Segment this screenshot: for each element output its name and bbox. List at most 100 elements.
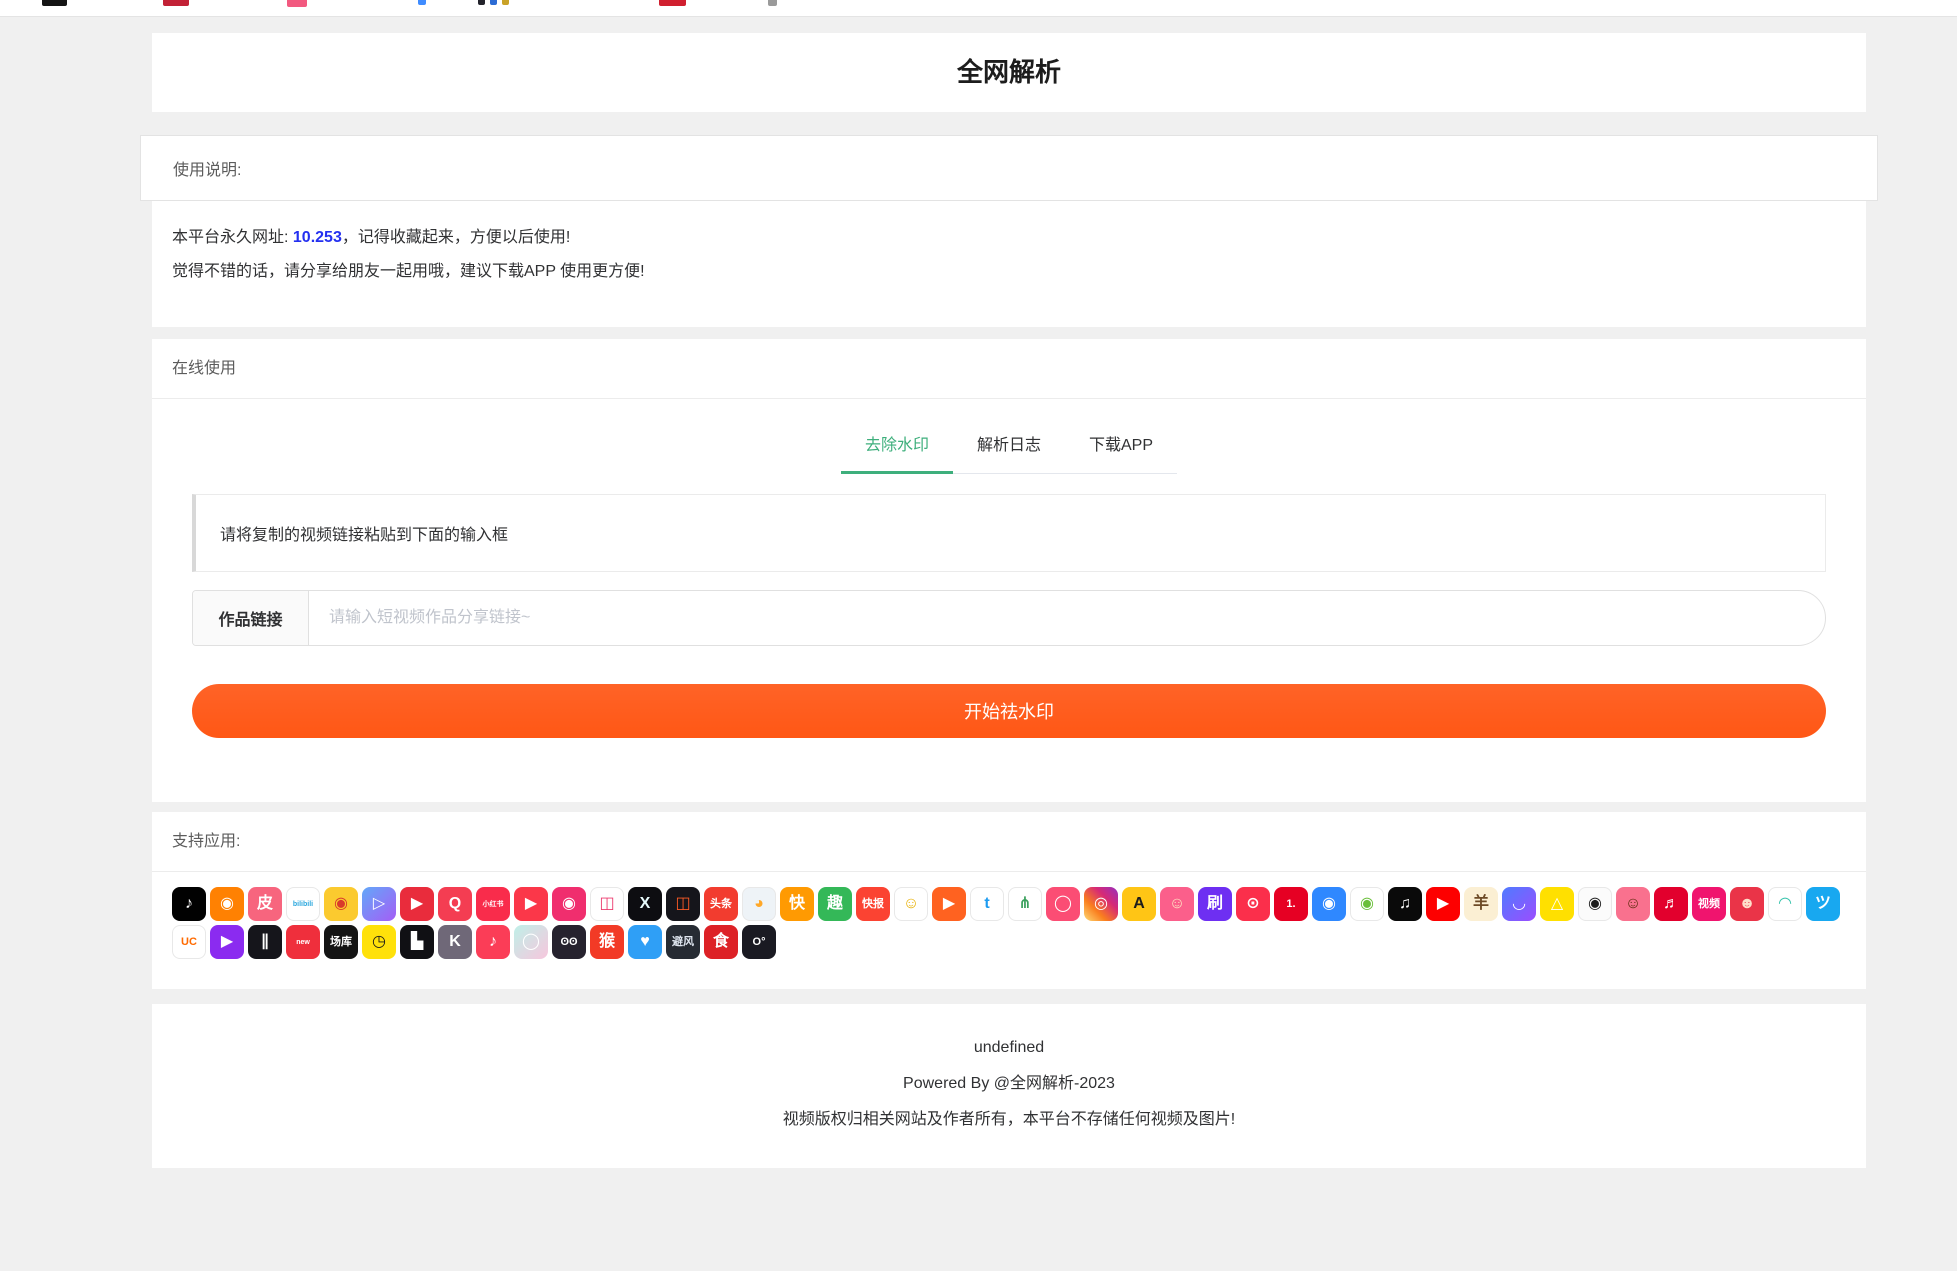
qutoutiao-icon: 趣 xyxy=(818,887,852,921)
footer-copyright: 视频版权归相关网站及作者所有，本平台不存储任何视频及图片! xyxy=(152,1102,1866,1138)
instructions-line2: 觉得不错的话，请分享给朋友一起用哦，建议下载APP 使用更方便! xyxy=(172,255,1846,289)
favicon-fragment-dot3 xyxy=(502,0,509,5)
app-icon-row: ♪◉皮bilibili◉▷▶Q小红书▶◉◫X◫头条◕快趣快报☺▶t⋔◯◎A☺刷⊙… xyxy=(172,887,1846,921)
huoshan-video-icon: ▶ xyxy=(514,887,548,921)
shuabao-icon: 刷 xyxy=(1198,887,1232,921)
line1-suffix: ，记得收藏起来，方便以后使用! xyxy=(342,229,570,246)
favicon-fragment-dot1 xyxy=(478,0,485,5)
pear-video-icon: △ xyxy=(1540,887,1574,921)
favicon-fragment-black xyxy=(42,0,67,6)
favicon-fragment-darkred xyxy=(163,0,189,6)
favicon-fragment-blue xyxy=(418,0,426,5)
instructions-header: 使用说明: xyxy=(173,156,241,180)
black-cam-icon: ▙ xyxy=(400,925,434,959)
bilibili-icon: bilibili xyxy=(286,887,320,921)
main-column: 全网解析 使用说明: 本平台永久网址: 10.253，记得收藏起来，方便以后使用… xyxy=(152,33,1866,1168)
tabs-inner: 去除水印 解析日志 下载APP xyxy=(841,419,1177,474)
k-app-icon: K xyxy=(438,925,472,959)
green-eye-icon: ◉ xyxy=(1350,887,1384,921)
black-sketch-icon: ∥ xyxy=(248,925,282,959)
favicon-fragment-gray xyxy=(768,0,777,6)
video-link-input[interactable] xyxy=(309,591,1825,645)
diyi-video-icon: 1. xyxy=(1274,887,1308,921)
bixin-heart-icon: ♥ xyxy=(628,925,662,959)
permanent-url-link[interactable]: 10.253 xyxy=(293,229,342,246)
footer-undefined-text: undefined xyxy=(152,1030,1866,1066)
instructions-header-box: 使用说明: xyxy=(140,135,1878,201)
youtube-icon: ▶ xyxy=(1426,887,1460,921)
title-card: 全网解析 xyxy=(152,33,1866,112)
tab-parse-log[interactable]: 解析日志 xyxy=(953,419,1065,473)
quanmin-video-icon: ▶ xyxy=(400,887,434,921)
kuaijianji-icon: ◫ xyxy=(666,887,700,921)
yellow-bird-icon: ☺ xyxy=(894,887,928,921)
laugh-face-icon: ☺ xyxy=(1616,887,1650,921)
app-icon-row: UC▶∥new场库◷▙K♪◯ʘʘ猴♥避风食O° xyxy=(172,925,1846,959)
instructions-line1: 本平台永久网址: 10.253，记得收藏起来，方便以后使用! xyxy=(172,221,1846,255)
tabs-nav: 去除水印 解析日志 下载APP xyxy=(152,419,1866,474)
camera-o-icon: O° xyxy=(742,925,776,959)
twitter-icon: t xyxy=(970,887,1004,921)
jianying-capcut-icon: X xyxy=(628,887,662,921)
tencent-circle-icon: ◕ xyxy=(742,887,776,921)
haokan-video-icon: ▷ xyxy=(362,887,396,921)
meitu-icon: ◯ xyxy=(1046,887,1080,921)
favicon-fragment-dot2 xyxy=(490,0,497,5)
pipigaoxiao-icon: ☺ xyxy=(1160,887,1194,921)
ghost-blue-icon: ツ xyxy=(1806,887,1840,921)
kaiyan-eye-icon: ◉ xyxy=(1578,887,1612,921)
googly-eyes-icon: ʘʘ xyxy=(552,925,586,959)
kuaishou-icon: ◉ xyxy=(210,887,244,921)
online-use-header: 在线使用 xyxy=(152,339,1866,399)
red-player-icon: ⊙ xyxy=(1236,887,1270,921)
paste-notice-box: 请将复制的视频链接粘贴到下面的输入框 xyxy=(192,494,1826,572)
a-app-yellow-icon: A xyxy=(1122,887,1156,921)
anime-girl-red-icon: ☻ xyxy=(1730,887,1764,921)
app-icon-rows: ♪◉皮bilibili◉▷▶Q小红书▶◉◫X◫头条◕快趣快报☺▶t⋔◯◎A☺刷⊙… xyxy=(152,872,1866,989)
weibo-icon: ◉ xyxy=(324,887,358,921)
shi-food-icon: 食 xyxy=(704,925,738,959)
quduopai-icon: Q xyxy=(438,887,472,921)
link-input-group: 作品链接 xyxy=(192,590,1826,646)
paste-notice-text: 请将复制的视频链接粘贴到下面的输入框 xyxy=(220,521,508,545)
instructions-content: 本平台永久网址: 10.253，记得收藏起来，方便以后使用! 觉得不错的话，请分… xyxy=(152,201,1866,327)
link-input-label: 作品链接 xyxy=(193,591,309,645)
browser-strip xyxy=(0,0,1957,17)
supported-apps-header: 支持应用: xyxy=(152,812,1866,872)
timer-yellow-icon: ◷ xyxy=(362,925,396,959)
toutiao-icon: 头条 xyxy=(704,887,738,921)
tab-remove-watermark[interactable]: 去除水印 xyxy=(841,419,953,473)
line1-prefix: 本平台永久网址: xyxy=(172,229,293,246)
changku-icon: 场库 xyxy=(324,925,358,959)
uc-browser-icon: UC xyxy=(172,925,206,959)
kuaibao-icon: 快报 xyxy=(856,887,890,921)
start-remove-watermark-button[interactable]: 开始祛水印 xyxy=(192,684,1826,738)
instagram-icon: ◎ xyxy=(1084,887,1118,921)
footer-powered-by: Powered By @全网解析-2023 xyxy=(152,1066,1866,1102)
page-title: 全网解析 xyxy=(152,33,1866,112)
tab-content: 请将复制的视频链接粘贴到下面的输入框 作品链接 开始祛水印 xyxy=(152,494,1866,738)
tab-download-app[interactable]: 下载APP xyxy=(1065,419,1177,473)
favicon-fragment-pink xyxy=(287,0,307,7)
footer-card: undefined Powered By @全网解析-2023 视频版权归相关网… xyxy=(152,1004,1866,1168)
bifeng-icon: 避风 xyxy=(666,925,700,959)
new-badge-red-icon: new xyxy=(286,925,320,959)
supported-apps-card: 支持应用: ♪◉皮bilibili◉▷▶Q小红书▶◉◫X◫头条◕快趣快报☺▶t⋔… xyxy=(152,812,1866,989)
zuiyou-icon: ◉ xyxy=(1312,887,1346,921)
instructions-card: 使用说明: 本平台永久网址: 10.253，记得收藏起来，方便以后使用! 觉得不… xyxy=(152,135,1866,327)
uki-purple-icon: ◡ xyxy=(1502,887,1536,921)
purple-play-icon: ▶ xyxy=(210,925,244,959)
monkey-red-icon: 猴 xyxy=(590,925,624,959)
weishi-icon: ◉ xyxy=(552,887,586,921)
music-black-icon: ♫ xyxy=(1388,887,1422,921)
douyin-icon: ♪ xyxy=(172,887,206,921)
weibo-video-icon: 视频 xyxy=(1692,887,1726,921)
goat-cartoon-icon: 羊 xyxy=(1464,887,1498,921)
favicon-fragment-red xyxy=(659,0,686,6)
xigua-video-icon: ▶ xyxy=(932,887,966,921)
netease-music-icon: ♬ xyxy=(1654,887,1688,921)
faceu-pastel-icon: ◯ xyxy=(514,925,548,959)
bodian-music-icon: ♪ xyxy=(476,925,510,959)
xiaohongshu-icon: 小红书 xyxy=(476,887,510,921)
lvzhou-oasis-icon: ⋔ xyxy=(1008,887,1042,921)
